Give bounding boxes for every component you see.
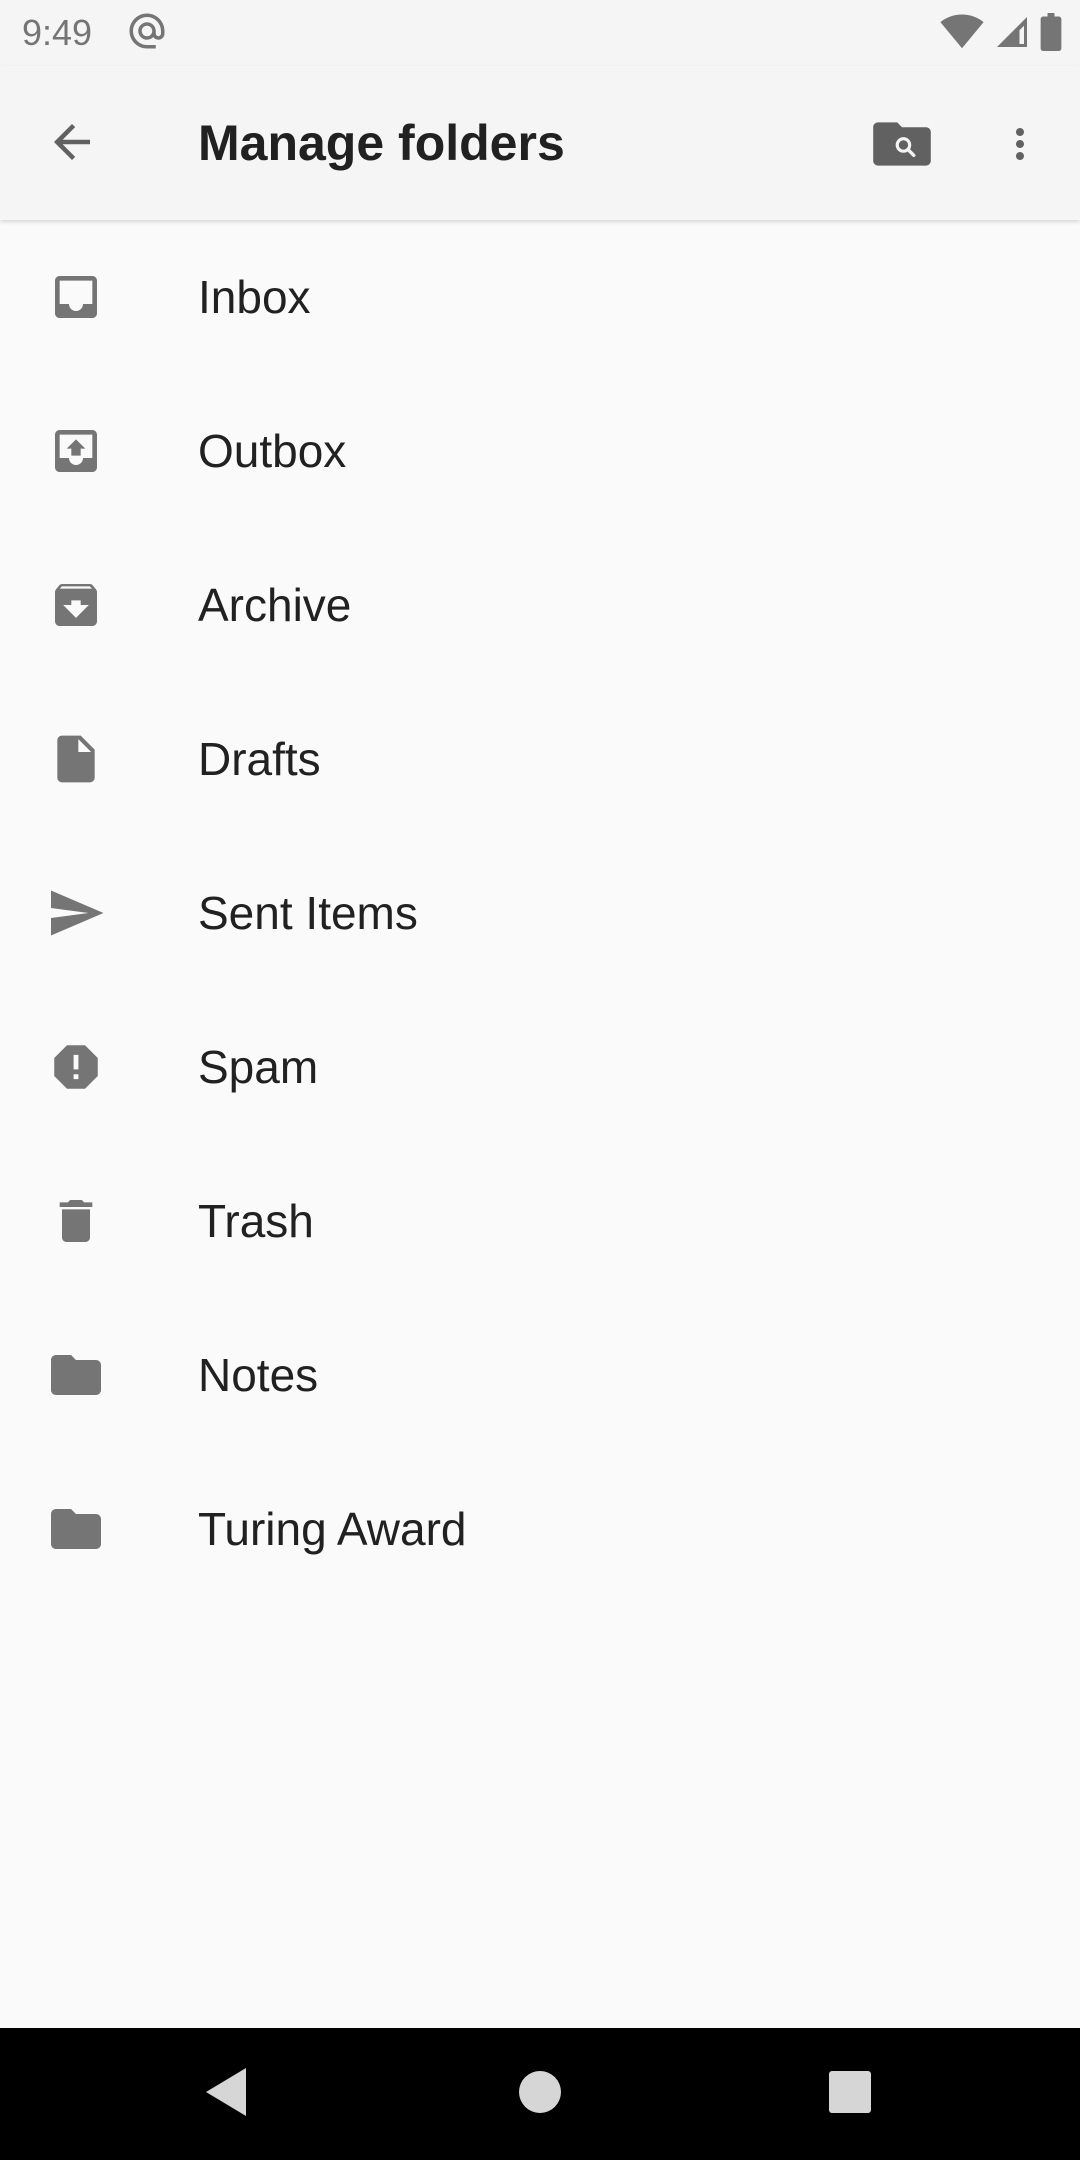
folder-label: Notes [198, 1349, 319, 1401]
nav-back-button[interactable] [186, 2054, 266, 2134]
folder-label: Archive [198, 579, 352, 631]
folder-item-drafts[interactable]: Drafts [0, 682, 1080, 836]
trash-icon [44, 1191, 108, 1251]
folder-list: Inbox Outbox Archive Drafts Sent Items S… [0, 220, 1080, 1606]
folder-item-inbox[interactable]: Inbox [0, 220, 1080, 374]
folder-label: Turing Award [198, 1503, 467, 1555]
back-button[interactable] [36, 108, 108, 180]
nav-home-button[interactable] [500, 2054, 580, 2134]
folder-search-icon [873, 120, 931, 173]
outbox-icon [44, 421, 108, 481]
battery-icon [1040, 12, 1062, 56]
at-sign-icon [126, 8, 168, 54]
folder-icon [44, 1499, 108, 1559]
status-icons [940, 12, 1062, 56]
folder-item-spam[interactable]: Spam [0, 990, 1080, 1144]
back-triangle-icon [204, 2067, 248, 2122]
wifi-icon [940, 14, 984, 55]
folder-item-outbox[interactable]: Outbox [0, 374, 1080, 528]
folder-item-turing-award[interactable]: Turing Award [0, 1452, 1080, 1606]
folder-label: Spam [198, 1041, 319, 1093]
folder-label: Inbox [198, 271, 311, 323]
folder-label: Drafts [198, 733, 321, 785]
send-icon [44, 883, 108, 943]
more-vert-icon [996, 120, 1044, 173]
folder-label: Outbox [198, 425, 347, 477]
drafts-icon [44, 729, 108, 789]
recents-square-icon [829, 2070, 871, 2118]
navigation-bar [0, 2028, 1080, 2160]
status-bar: 9:49 [0, 0, 1080, 66]
folder-item-sent-items[interactable]: Sent Items [0, 836, 1080, 990]
folder-item-archive[interactable]: Archive [0, 528, 1080, 682]
page-title: Manage folders [198, 115, 565, 171]
nav-recents-button[interactable] [810, 2054, 890, 2134]
archive-icon [44, 575, 108, 635]
app-bar: Manage folders [0, 66, 1080, 220]
folder-label: Trash [198, 1195, 314, 1247]
status-time: 9:49 [22, 12, 93, 53]
inbox-icon [44, 267, 108, 327]
folder-icon [44, 1345, 108, 1405]
folder-label: Sent Items [198, 887, 418, 939]
spam-icon [44, 1037, 108, 1097]
more-options-button[interactable] [984, 110, 1056, 182]
home-circle-icon [518, 2070, 562, 2119]
cell-signal-icon [994, 14, 1030, 55]
search-folders-button[interactable] [866, 110, 938, 182]
folder-item-trash[interactable]: Trash [0, 1144, 1080, 1298]
folder-item-notes[interactable]: Notes [0, 1298, 1080, 1452]
arrow-back-icon [45, 115, 99, 174]
